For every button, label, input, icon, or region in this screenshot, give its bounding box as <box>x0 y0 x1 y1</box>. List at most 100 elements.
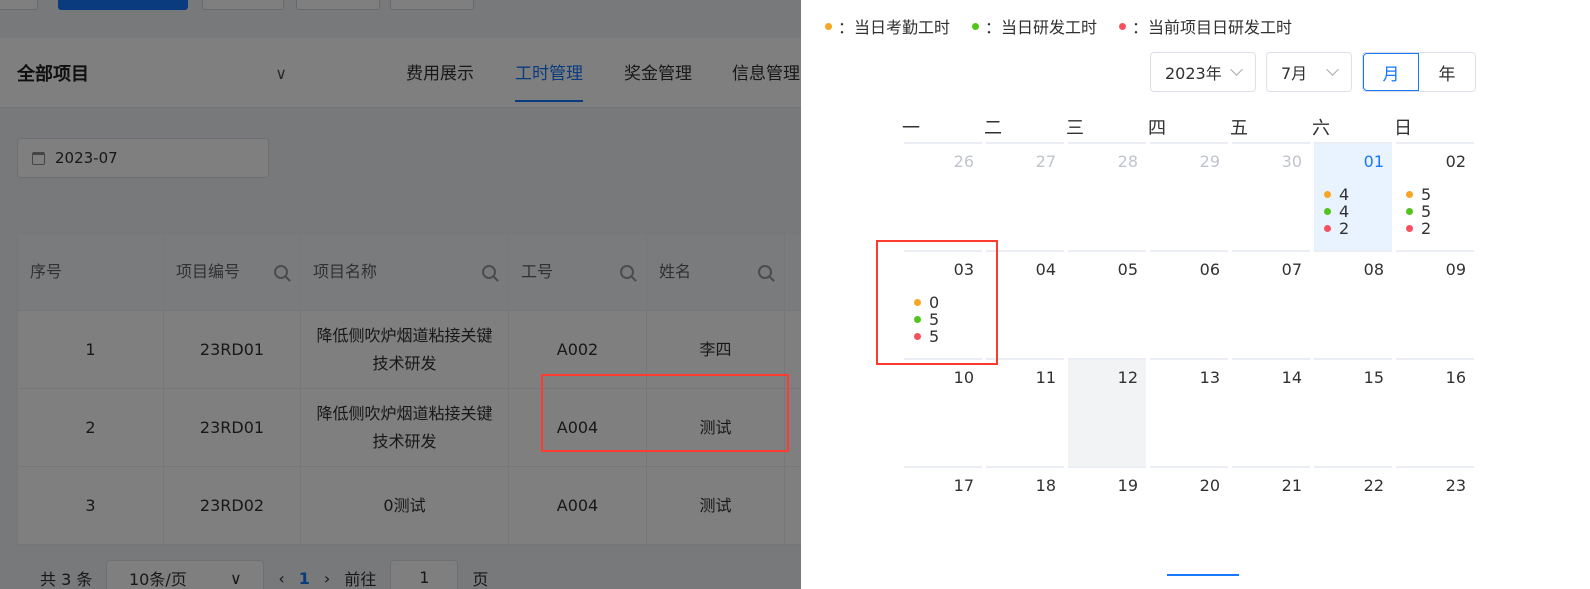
calendar-day[interactable]: 08 <box>1314 250 1392 358</box>
calendar-day[interactable]: 26 <box>904 142 982 250</box>
day-number: 15 <box>1363 368 1384 387</box>
calendar-day[interactable]: 27 <box>986 142 1064 250</box>
day-number: 01 <box>1363 152 1384 171</box>
day-number: 11 <box>1035 368 1056 387</box>
calendar-day[interactable]: 21 <box>1232 466 1310 574</box>
weekday: 五 <box>1230 118 1248 139</box>
calendar-day[interactable]: 30 <box>1232 142 1310 250</box>
hours-value: 2 <box>1421 219 1432 238</box>
weekday: 六 <box>1312 118 1330 139</box>
calendar-day[interactable]: 19 <box>1068 466 1146 574</box>
day-number: 29 <box>1199 152 1220 171</box>
hours-value: 2 <box>1339 219 1350 238</box>
calendar-day[interactable]: 15 <box>1314 358 1392 466</box>
calendar-day[interactable]: 07 <box>1232 250 1310 358</box>
dot-icon <box>914 299 921 306</box>
calendar-day[interactable]: 28 <box>1068 142 1146 250</box>
hours-row-rd: 5 <box>1406 203 1431 220</box>
hours-value: 5 <box>929 310 940 329</box>
day-hours: 055 <box>914 294 939 345</box>
day-number: 03 <box>953 260 974 279</box>
calendar-day[interactable]: 11 <box>986 358 1064 466</box>
weekday: 四 <box>1148 118 1166 139</box>
legend-attendance: ：当日考勤工时 <box>825 14 950 38</box>
legend-rd: ：当日研发工时 <box>972 14 1097 38</box>
dot-icon <box>825 22 832 30</box>
today-indicator <box>1167 574 1239 576</box>
day-number: 20 <box>1199 476 1220 495</box>
calendar-day[interactable]: 09 <box>1396 250 1474 358</box>
calendar-day[interactable]: 13 <box>1150 358 1228 466</box>
day-number: 18 <box>1035 476 1056 495</box>
calendar-day[interactable]: 20 <box>1150 466 1228 574</box>
calendar-day[interactable]: 14 <box>1232 358 1310 466</box>
year-select[interactable]: 2023年 <box>1150 52 1256 92</box>
day-number: 22 <box>1363 476 1384 495</box>
chevron-down-icon <box>1326 63 1339 76</box>
day-number: 14 <box>1281 368 1302 387</box>
month-select[interactable]: 7月 <box>1266 52 1352 92</box>
dot-icon <box>914 333 921 340</box>
calendar-grid: 26 27 28 29 30 01 4 4 2 02 5 5 2 03 0 5 5 04 05 06 07 08 09 10 1… <box>902 142 1482 574</box>
weekday: 二 <box>984 118 1002 139</box>
hours-row-project_rd: 2 <box>1324 220 1349 237</box>
weekday: 一 <box>902 118 920 139</box>
day-number: 16 <box>1445 368 1466 387</box>
hours-value: 5 <box>929 327 940 346</box>
chevron-down-icon <box>1230 63 1243 76</box>
day-number: 23 <box>1445 476 1466 495</box>
dot-icon <box>1406 208 1413 215</box>
calendar-day[interactable]: 04 <box>986 250 1064 358</box>
hours-value: 4 <box>1339 202 1350 221</box>
hours-row-rd: 5 <box>914 311 939 328</box>
hours-row-attendance: 5 <box>1406 186 1431 203</box>
dot-icon <box>1406 191 1413 198</box>
day-number: 04 <box>1035 260 1056 279</box>
calendar-day[interactable]: 29 <box>1150 142 1228 250</box>
calendar-controls: 2023年 7月 月 年 <box>1150 52 1476 92</box>
day-number: 09 <box>1445 260 1466 279</box>
day-number: 30 <box>1281 152 1302 171</box>
weekday: 日 <box>1394 118 1412 139</box>
day-number: 21 <box>1281 476 1302 495</box>
view-month-button[interactable]: 月 <box>1363 53 1419 91</box>
hours-value: 5 <box>1421 202 1432 221</box>
legend: ：当日考勤工时 ：当日研发工时 ：当前项目日研发工时 <box>825 14 1292 38</box>
day-number: 12 <box>1117 368 1138 387</box>
calendar-day[interactable]: 23 <box>1396 466 1474 574</box>
calendar-day[interactable]: 10 <box>904 358 982 466</box>
dot-icon <box>1324 208 1331 215</box>
weekday-header: 一 二 三 四 五 六 日 <box>902 114 1482 140</box>
calendar-day[interactable]: 02 5 5 2 <box>1396 142 1474 250</box>
day-number: 06 <box>1199 260 1220 279</box>
day-number: 13 <box>1199 368 1220 387</box>
calendar-day[interactable]: 16 <box>1396 358 1474 466</box>
hours-calendar-drawer: ：当日考勤工时 ：当日研发工时 ：当前项目日研发工时 2023年 7月 月 年 … <box>801 0 1590 589</box>
dot-icon <box>1324 191 1331 198</box>
view-year-button[interactable]: 年 <box>1419 53 1475 91</box>
calendar-day[interactable]: 22 <box>1314 466 1392 574</box>
dot-icon <box>1119 22 1127 30</box>
hours-row-rd: 4 <box>1324 203 1349 220</box>
day-number: 26 <box>953 152 974 171</box>
calendar-day[interactable]: 12 <box>1068 358 1146 466</box>
calendar-day[interactable]: 17 <box>904 466 982 574</box>
calendar-day[interactable]: 18 <box>986 466 1064 574</box>
hours-row-project_rd: 2 <box>1406 220 1431 237</box>
hours-row-attendance: 0 <box>914 294 939 311</box>
day-number: 27 <box>1035 152 1056 171</box>
calendar-day[interactable]: 05 <box>1068 250 1146 358</box>
day-number: 02 <box>1445 152 1466 171</box>
legend-project-rd: ：当前项目日研发工时 <box>1119 14 1292 38</box>
day-number: 05 <box>1117 260 1138 279</box>
day-number: 08 <box>1363 260 1384 279</box>
hours-value: 5 <box>1421 185 1432 204</box>
day-number: 17 <box>953 476 974 495</box>
dot-icon <box>1406 225 1413 232</box>
hours-value: 4 <box>1339 185 1350 204</box>
day-number: 07 <box>1281 260 1302 279</box>
calendar-day[interactable]: 01 4 4 2 <box>1314 142 1392 250</box>
calendar-day[interactable]: 06 <box>1150 250 1228 358</box>
calendar-day[interactable]: 03 0 5 5 <box>904 250 982 358</box>
hours-row-attendance: 4 <box>1324 186 1349 203</box>
